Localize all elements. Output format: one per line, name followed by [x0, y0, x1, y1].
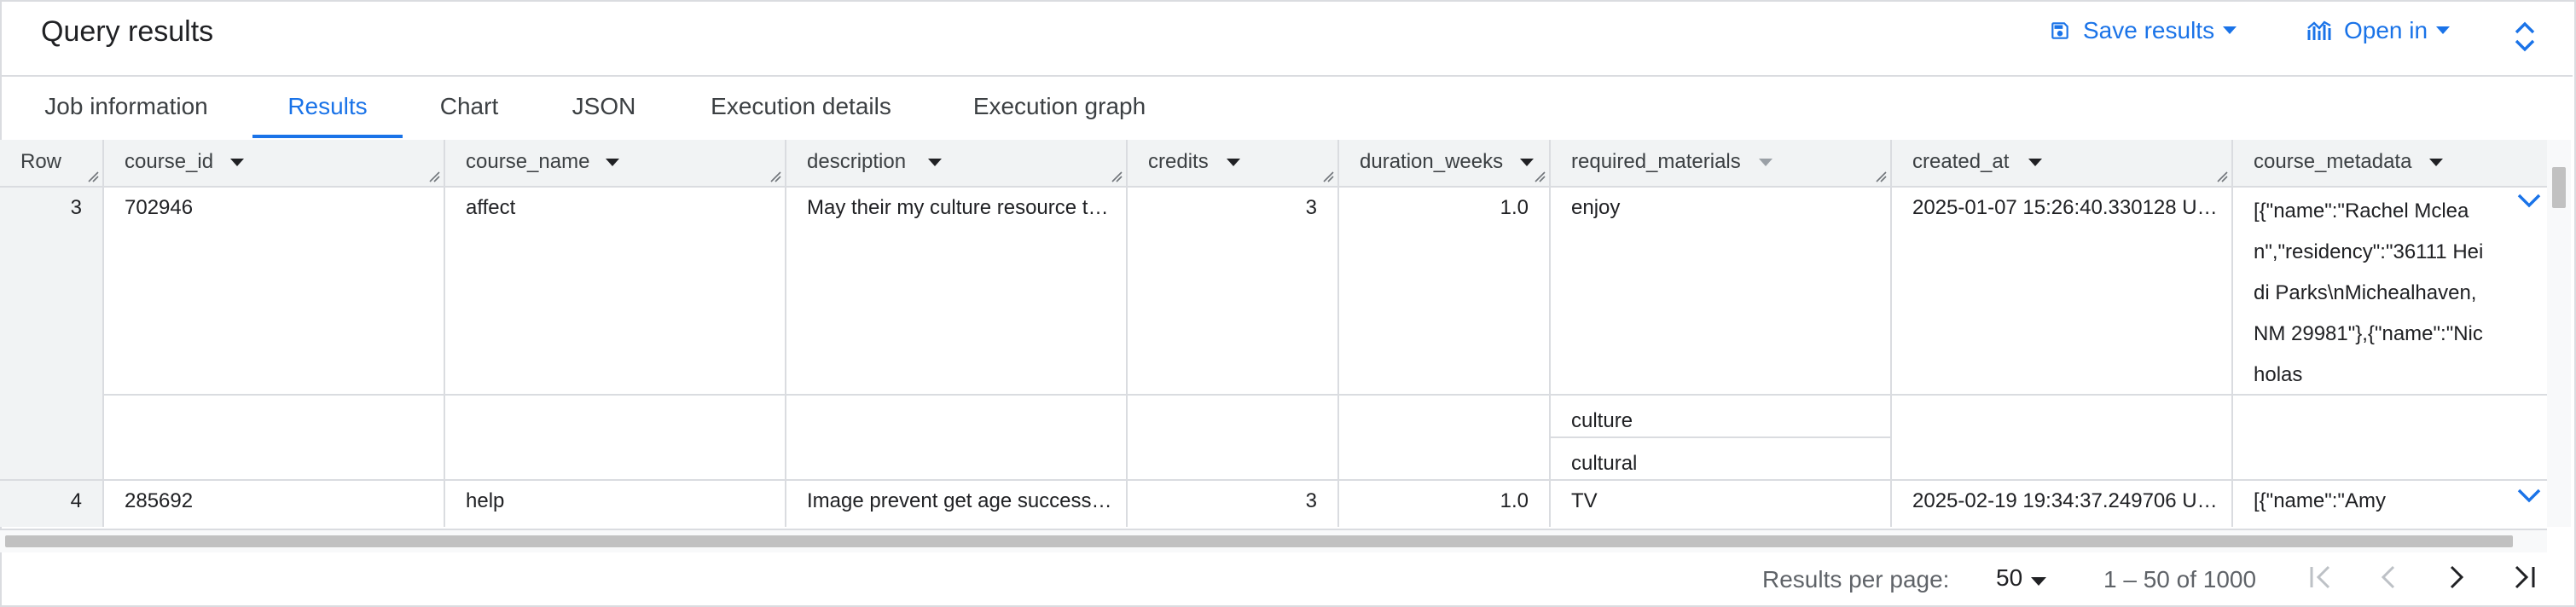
array-item: cultural	[1571, 452, 1638, 475]
tab-execution-graph[interactable]: Execution graph	[930, 77, 1189, 135]
table-cell[interactable]: 285692	[104, 481, 445, 527]
vertical-scrollbar[interactable]	[2547, 140, 2571, 527]
pagination-range: 1 – 50 of 1000	[2103, 566, 2257, 593]
results-table: Row course_id course_name description cr…	[0, 140, 2547, 527]
sort-arrow-icon[interactable]	[1520, 159, 1534, 166]
array-item: enjoy	[1571, 196, 1621, 219]
table-cell[interactable]: 1.0	[1339, 481, 1551, 527]
unfold-icon[interactable]	[2513, 20, 2537, 57]
column-header-created-at[interactable]: created_at	[1892, 140, 2233, 188]
scrollbar-thumb[interactable]	[5, 535, 2513, 547]
array-item: culture	[1571, 409, 1633, 432]
table-cell[interactable]: Image prevent get age success…	[786, 481, 1128, 527]
results-per-page-select[interactable]: 50	[1996, 564, 2047, 592]
scrollbar-thumb[interactable]	[2552, 167, 2566, 208]
sort-arrow-icon[interactable]	[928, 159, 942, 166]
save-results-button[interactable]: Save results	[2049, 17, 2237, 44]
table-cell[interactable]: 1.0	[1339, 188, 1551, 479]
first-page-icon[interactable]	[2308, 563, 2334, 596]
chevron-down-icon[interactable]	[2516, 488, 2542, 509]
open-in-button[interactable]: Open in	[2306, 17, 2451, 44]
row-number: 3	[0, 188, 104, 479]
caret-down-icon	[2031, 564, 2047, 592]
sort-arrow-icon[interactable]	[606, 159, 619, 166]
table-cell[interactable]: 702946	[104, 188, 445, 479]
column-header-row[interactable]: Row	[0, 140, 104, 188]
save-icon	[2049, 20, 2071, 42]
horizontal-scrollbar[interactable]	[0, 529, 2547, 552]
open-in-label: Open in	[2344, 17, 2428, 43]
column-header-course-metadata[interactable]: course_metadata	[2233, 140, 2547, 188]
per-page-value: 50	[1996, 564, 2023, 591]
tab-results[interactable]: Results	[252, 77, 403, 138]
caret-down-icon	[2223, 26, 2237, 35]
row-divider	[1551, 436, 1892, 438]
tab-job-information[interactable]: Job information	[0, 77, 252, 135]
resize-handle-icon[interactable]	[1111, 171, 1123, 182]
save-results-label: Save results	[2083, 17, 2215, 43]
chevron-down-icon[interactable]	[2516, 193, 2542, 214]
table-cell[interactable]: 3	[1128, 481, 1339, 527]
column-header-required-materials[interactable]: required_materials	[1551, 140, 1892, 188]
resize-handle-icon[interactable]	[87, 171, 99, 182]
column-header-course-name[interactable]: course_name	[445, 140, 786, 188]
tab-chart[interactable]: Chart	[403, 77, 536, 135]
caret-down-icon	[2436, 26, 2451, 35]
results-header: Query results Save results Open in	[0, 0, 2573, 77]
sort-arrow-icon[interactable]	[1759, 159, 1772, 166]
column-header-duration-weeks[interactable]: duration_weeks	[1339, 140, 1551, 188]
resize-handle-icon[interactable]	[1534, 171, 1546, 182]
row-number: 4	[0, 481, 104, 527]
table-cell[interactable]: May their my culture resource t…	[786, 188, 1128, 479]
next-page-icon[interactable]	[2446, 563, 2467, 596]
tab-json[interactable]: JSON	[536, 77, 672, 135]
table-cell[interactable]: 3	[1128, 188, 1339, 479]
resize-handle-icon[interactable]	[2216, 171, 2228, 182]
table-cell[interactable]: affect	[445, 188, 786, 479]
sort-arrow-icon[interactable]	[230, 159, 244, 166]
last-page-icon[interactable]	[2511, 563, 2537, 596]
prev-page-icon[interactable]	[2378, 563, 2399, 596]
page-title: Query results	[41, 15, 214, 48]
course-metadata-value: [{"name":"Rachel Mclean","residency":"36…	[2254, 199, 2484, 386]
table-cell[interactable]: help	[445, 481, 786, 527]
resize-handle-icon[interactable]	[769, 171, 781, 182]
column-header-credits[interactable]: credits	[1128, 140, 1339, 188]
tab-execution-details[interactable]: Execution details	[672, 77, 930, 135]
table-cell[interactable]: TV	[1551, 481, 1892, 527]
resize-handle-icon[interactable]	[1875, 171, 1887, 182]
table-cell[interactable]: 2025-01-07 15:26:40.330128 U…	[1892, 188, 2233, 479]
resize-handle-icon[interactable]	[428, 171, 440, 182]
results-tabs: Job information Results Chart JSON Execu…	[0, 77, 2573, 138]
resize-handle-icon[interactable]	[1322, 171, 1334, 182]
table-cell[interactable]: [{"name":"Amy	[2233, 481, 2547, 527]
row-divider	[104, 394, 2547, 396]
table-cell[interactable]: 2025-02-19 19:34:37.249706 U…	[1892, 481, 2233, 527]
table-cell[interactable]: enjoy culture cultural	[1551, 188, 1892, 479]
sort-arrow-icon[interactable]	[2028, 159, 2042, 166]
sort-arrow-icon[interactable]	[2429, 159, 2443, 166]
results-per-page-label: Results per page:	[1762, 566, 1950, 593]
column-header-course-id[interactable]: course_id	[104, 140, 445, 188]
sort-arrow-icon[interactable]	[1227, 159, 1240, 166]
column-header-description[interactable]: description	[786, 140, 1128, 188]
pagination-bar: Results per page: 50 1 – 50 of 1000	[0, 552, 2573, 605]
chart-icon	[2306, 20, 2332, 42]
